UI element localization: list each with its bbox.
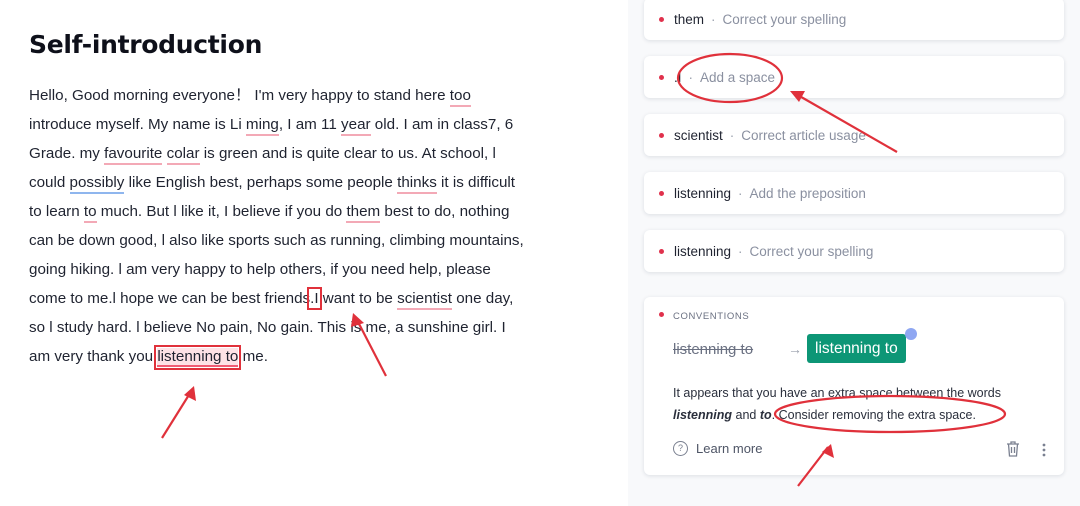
text-run: want to be — [318, 290, 398, 307]
text-run: Grade. my — [29, 145, 105, 162]
learn-more-link[interactable]: ? Learn more — [673, 441, 762, 456]
expanded-suggestion-card[interactable]: CONVENTIONS listenning to → listenning t… — [644, 297, 1064, 475]
text-run: is green and is quite clear to us. At sc… — [199, 145, 496, 162]
suggestions-panel: them · Correct your spelling .I · Add a … — [628, 0, 1080, 506]
explanation-word: listenning — [673, 408, 733, 422]
separator: · — [688, 69, 694, 85]
original-text: listenning to — [673, 341, 754, 358]
text-run: it is difficult — [436, 174, 516, 191]
suggestion-hint: Add the preposition — [749, 185, 866, 201]
arrow-right-icon: → — [788, 341, 802, 357]
text-line[interactable]: Hello, Good morning everyone！ I'm very h… — [29, 81, 589, 110]
suggestion-category: CONVENTIONS — [673, 311, 750, 322]
text-run: introduce myself. My name is Li — [29, 116, 246, 133]
trash-icon[interactable] — [1005, 440, 1021, 458]
question-icon: ? — [673, 441, 688, 456]
flagged-word-thinks[interactable]: thinks — [397, 174, 437, 194]
text-run: can be down good, l also like sports suc… — [29, 232, 524, 249]
text-run: could — [29, 174, 70, 191]
flagged-word-year[interactable]: year — [341, 116, 371, 136]
document-title[interactable]: Self-introduction — [29, 30, 589, 59]
suggestion-card[interactable]: .I · Add a space — [644, 56, 1064, 98]
suggestion-card[interactable]: listenning · Correct your spelling — [644, 230, 1064, 272]
error-dot-icon — [659, 190, 664, 196]
error-dot-icon — [659, 132, 664, 138]
suggestion-word: .I — [674, 69, 682, 85]
text-run: like English best, perhaps some people — [124, 174, 398, 191]
text-line[interactable]: can be down good, l also like sports suc… — [29, 226, 589, 255]
document-body[interactable]: Hello, Good morning everyone！ I'm very h… — [29, 81, 589, 371]
text-line[interactable]: could possibly like English best, perhap… — [29, 168, 589, 197]
more-options-icon[interactable] — [1041, 443, 1047, 457]
error-dot-icon — [659, 312, 664, 317]
explanation-text: and — [732, 408, 760, 422]
error-dot-icon — [659, 74, 664, 80]
flagged-word-dot-i[interactable]: .I — [306, 287, 322, 310]
arrowhead — [184, 386, 196, 401]
flagged-word-favourite[interactable]: favourite — [104, 145, 163, 165]
text-line[interactable]: come to me.l hope we can be best friends… — [29, 284, 589, 313]
flagged-word-to[interactable]: to — [83, 203, 97, 223]
flagged-word-scientist[interactable]: scientist — [397, 290, 452, 310]
text-line[interactable]: going hiking. l am very happy to help ot… — [29, 255, 589, 284]
flagged-word-possibly[interactable]: possibly — [69, 174, 125, 194]
text-run: , I am 11 — [278, 116, 342, 133]
error-dot-icon — [659, 248, 664, 254]
separator: · — [711, 11, 716, 27]
text-run: am very thank you — [29, 348, 158, 365]
cursor-dot-icon — [905, 328, 917, 340]
suggestion-hint: Add a space — [700, 69, 776, 85]
suggestion-card[interactable]: listenning · Add the preposition — [644, 172, 1064, 214]
explanation-text: . Consider removing the extra space. — [771, 408, 976, 422]
separator: · — [738, 185, 743, 201]
suggestion-word: listenning — [674, 185, 732, 201]
text-run: so l study hard. l believe No pain, No g… — [29, 319, 506, 336]
text-line[interactable]: to learn to much. But l like it, I belie… — [29, 197, 589, 226]
text-line[interactable]: Grade. my favourite colar is green and i… — [29, 139, 589, 168]
suggestion-card[interactable]: them · Correct your spelling — [644, 0, 1064, 40]
suggestion-hint: Correct your spelling — [722, 11, 847, 27]
learn-more-label: Learn more — [696, 441, 763, 456]
suggestion-hint: Correct your spelling — [749, 243, 874, 259]
separator: · — [729, 127, 735, 143]
text-run: much. But l like it, I believe if you do — [96, 203, 347, 220]
text-run: to learn — [29, 203, 84, 220]
suggestion-word: scientist — [674, 127, 723, 143]
separator: · — [738, 243, 743, 259]
text-run: Hello, Good morning everyone！ I'm very h… — [29, 87, 450, 104]
suggestion-card[interactable]: scientist · Correct article usage — [644, 114, 1064, 156]
text-line[interactable]: introduce myself. My name is Li ming, I … — [29, 110, 589, 139]
text-run: one day, — [451, 290, 514, 307]
flagged-word-ming[interactable]: ming — [245, 116, 279, 136]
flagged-word-colar[interactable]: colar — [166, 145, 200, 165]
error-dot-icon — [659, 16, 664, 22]
explanation-word: to — [759, 408, 772, 422]
text-run: going hiking. l am very happy to help ot… — [29, 261, 491, 278]
accept-suggestion-button[interactable]: listenning to — [807, 334, 906, 363]
text-run: come to me.l hope we can be best friends — [29, 290, 311, 307]
flagged-word-too[interactable]: too — [449, 87, 471, 107]
suggestion-explanation: It appears that you have an extra space … — [673, 382, 1053, 426]
text-line[interactable]: so l study hard. l believe No pain, No g… — [29, 313, 589, 342]
suggestion-word: them — [674, 11, 705, 27]
flagged-word-listenning-to[interactable]: listenning to — [154, 345, 242, 370]
text-run — [162, 145, 166, 162]
text-run: old. I am in class7, 6 — [370, 116, 514, 133]
flagged-word-them[interactable]: them — [346, 203, 381, 223]
text-run: best to do, nothing — [380, 203, 510, 220]
annotation-arrow — [161, 389, 193, 439]
explanation-text: It appears that you have an extra space … — [673, 386, 1001, 400]
text-line[interactable]: am very thank you listenning to me. — [29, 342, 589, 371]
text-run: me. — [238, 348, 268, 365]
suggestion-hint: Correct article usage — [741, 127, 866, 143]
suggestion-word: listenning — [674, 243, 732, 259]
document-editor[interactable]: Self-introduction Hello, Good morning ev… — [29, 30, 589, 371]
